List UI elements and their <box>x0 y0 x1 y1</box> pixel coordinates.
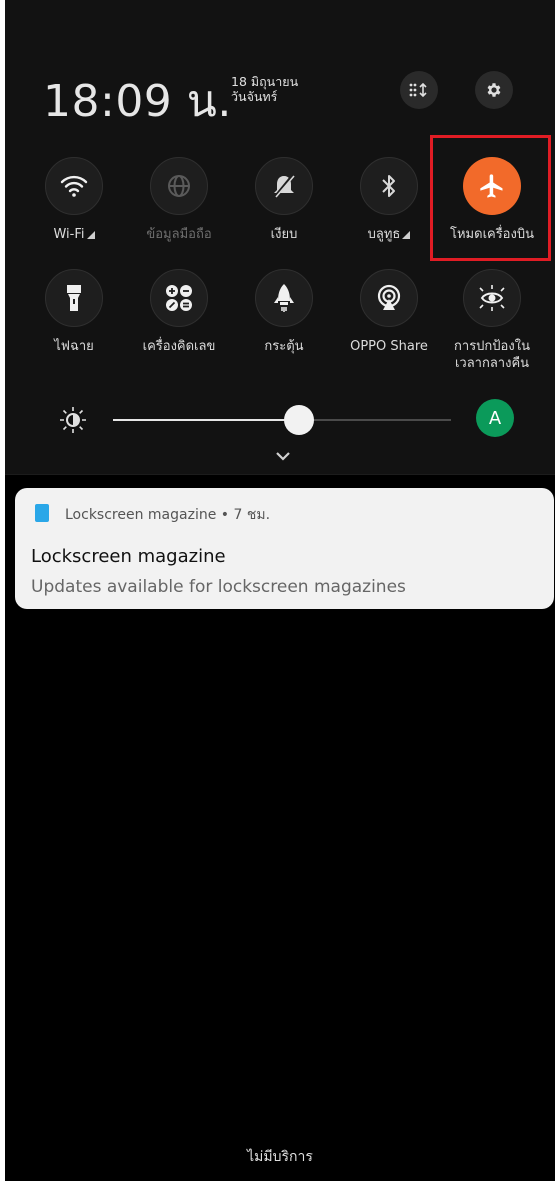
tile-oppo-share[interactable]: OPPO Share <box>337 269 441 355</box>
tile-flashlight-circle[interactable] <box>45 269 103 327</box>
tile-bluetooth[interactable]: บลูทูธ <box>337 157 441 243</box>
tile-calculator-label: เครื่องคิดเลข <box>142 339 216 354</box>
globe-icon <box>168 175 190 197</box>
tile-mobile-data-circle[interactable] <box>150 157 208 215</box>
carrier-status: ไม่มีบริการ <box>247 1149 313 1165</box>
date-day: 18 มิถุนายน <box>231 74 299 89</box>
notification-time: 7 ชม. <box>233 507 271 523</box>
tile-oppo-share-label: OPPO Share <box>350 339 428 354</box>
brightness-icon <box>60 407 86 433</box>
tile-boost[interactable]: กระตุ้น <box>232 269 336 355</box>
rocket-icon <box>274 284 294 312</box>
brightness-row: A <box>5 395 555 445</box>
tile-silent[interactable]: เงียบ <box>232 157 336 243</box>
date-weekday: วันจันทร์ <box>231 89 278 104</box>
tile-flashlight[interactable]: ไฟฉาย <box>22 269 126 355</box>
share-icon <box>377 284 401 310</box>
tile-bluetooth-circle[interactable] <box>360 157 418 215</box>
tile-flashlight-label: ไฟฉาย <box>54 339 94 354</box>
tile-wifi-circle[interactable] <box>45 157 103 215</box>
chevron-down-icon[interactable] <box>275 450 291 462</box>
highlight-box <box>430 135 551 261</box>
notification-text: Updates available for lockscreen magazin… <box>31 577 406 597</box>
bluetooth-triangle-icon <box>402 231 411 239</box>
brightness-track-filled[interactable] <box>113 419 299 421</box>
tile-wifi-label: Wi-Fi <box>22 226 126 243</box>
flashlight-icon <box>67 285 81 311</box>
notification-app-name: Lockscreen magazine <box>65 507 217 523</box>
bell-off-icon <box>273 174 295 198</box>
calculator-icon <box>166 285 192 311</box>
wifi-icon <box>60 175 88 197</box>
notification-title: Lockscreen magazine <box>31 546 226 567</box>
magazine-app-icon <box>35 504 49 522</box>
tile-boost-label: กระตุ้น <box>264 339 304 354</box>
notification-separator: • <box>220 507 230 523</box>
tile-night-protection[interactable]: การปกป้องใน เวลากลางคืน <box>440 269 544 372</box>
tile-silent-label: เงียบ <box>270 227 298 242</box>
tile-night-protection-circle[interactable] <box>463 269 521 327</box>
gear-icon <box>487 83 501 97</box>
tile-wifi[interactable]: Wi-Fi <box>22 157 126 243</box>
tile-boost-circle[interactable] <box>255 269 313 327</box>
brightness-track[interactable] <box>298 419 451 421</box>
tile-night-protection-label-line1: การปกป้องใน <box>454 339 530 354</box>
notification-header: Lockscreen magazine • 7 ชม. <box>65 504 270 526</box>
signal-triangle-icon <box>86 231 95 239</box>
tile-night-protection-label: การปกป้องใน เวลากลางคืน <box>440 338 544 372</box>
tile-bluetooth-label: บลูทูธ <box>337 226 441 243</box>
tile-oppo-share-circle[interactable] <box>360 269 418 327</box>
date: 18 มิถุนายน วันจันทร์ <box>231 74 298 104</box>
brightness-slider-thumb[interactable] <box>283 405 314 435</box>
tile-silent-circle[interactable] <box>255 157 313 215</box>
bluetooth-icon <box>382 175 395 197</box>
tile-calculator-circle[interactable] <box>150 269 208 327</box>
quick-settings-panel: 18:09 น. 18 มิถุนายน วันจันทร์ Wi-Fi ข้อ… <box>5 0 555 475</box>
tile-mobile-data-label: ข้อมูลมือถือ <box>146 227 212 242</box>
clock: 18:09 น. <box>43 76 232 127</box>
screen: 18:09 น. 18 มิถุนายน วันจันทร์ Wi-Fi ข้อ… <box>5 0 555 1181</box>
eye-protect-icon <box>479 285 505 311</box>
tile-night-protection-label-line2: เวลากลางคืน <box>454 356 530 371</box>
notification-card[interactable]: Lockscreen magazine • 7 ชม. Lockscreen m… <box>15 488 554 609</box>
tile-calculator[interactable]: เครื่องคิดเลข <box>127 269 231 355</box>
auto-brightness-button[interactable]: A <box>476 399 514 437</box>
tile-mobile-data[interactable]: ข้อมูลมือถือ <box>127 157 231 243</box>
edit-tiles-button[interactable] <box>400 71 438 109</box>
settings-button[interactable] <box>475 71 513 109</box>
edit-tiles-icon <box>409 82 427 98</box>
